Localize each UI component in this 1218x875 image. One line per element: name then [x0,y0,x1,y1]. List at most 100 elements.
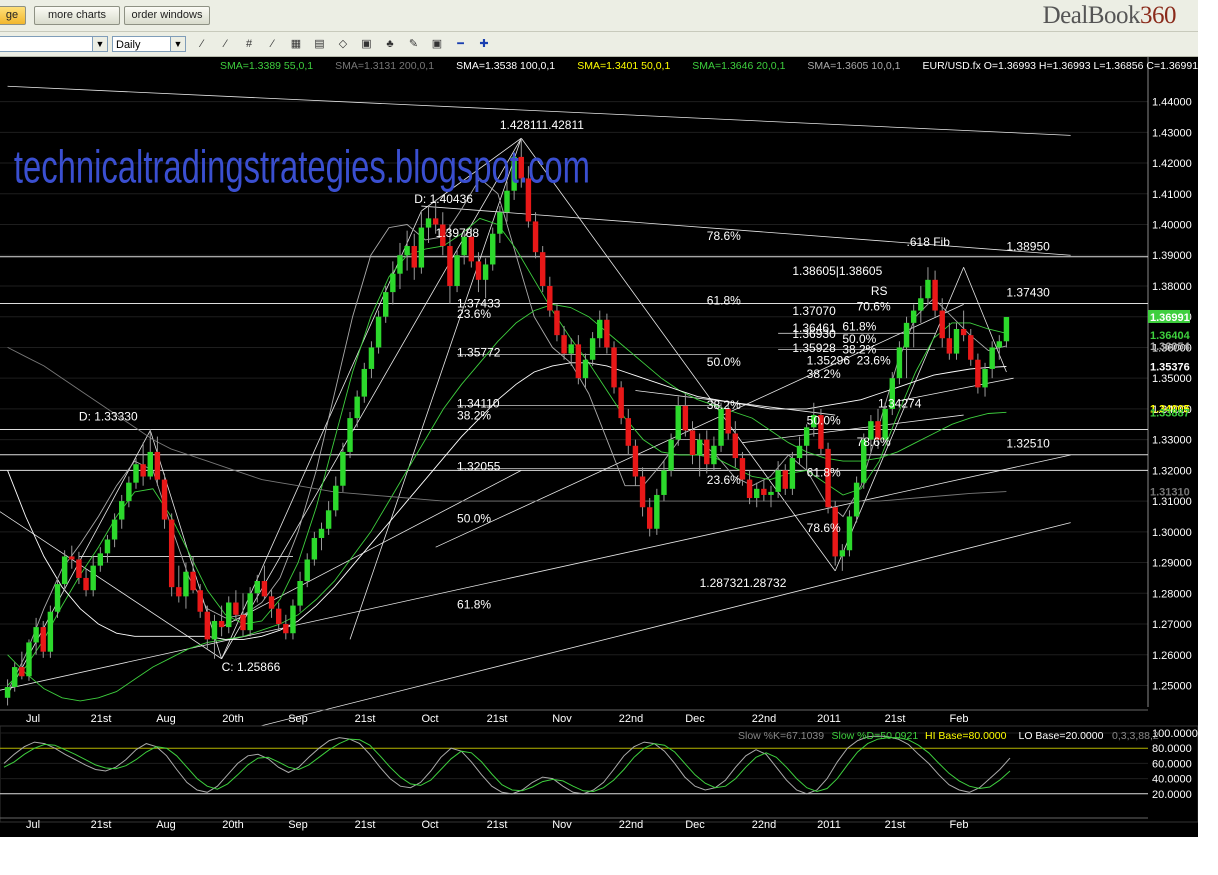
candle-body [568,344,574,354]
candle-body [283,624,289,634]
candle-body [261,581,268,597]
candle-body [83,577,89,591]
price-annotation: 1.32510 [1006,436,1050,450]
fib-tool-icon[interactable]: ⁄ [265,37,281,51]
stoch-readout: HI Base=80.0000 [925,730,1007,742]
candle-body [133,464,139,483]
candle-body [675,405,681,440]
x-tick-label: 20th [222,713,243,725]
change-button[interactable]: ge [0,6,26,25]
candle-body [447,246,453,286]
stoch-x-tick-label: 21st [487,819,508,831]
indicator-readout: SMA=1.3401 50,0,1 [577,60,670,72]
price-annotation: 38.2% [842,343,876,357]
candle-body [639,476,646,508]
stoch-readout: LO Base=20.0000 [1019,730,1104,742]
candle-body [397,255,403,274]
candle-body [960,329,967,336]
stoch-x-tick-label: Jul [26,819,40,831]
price-label: 1.36991 [1150,312,1190,324]
candle-body [946,338,953,354]
crosshair-tool-icon[interactable]: # [241,37,257,51]
candle-body [504,190,510,213]
stoch-x-tick-label: Feb [950,819,969,831]
candle-body [689,430,696,455]
stoch-x-tick-label: 22nd [752,819,776,831]
candle-body [704,439,710,465]
candle-body [340,451,346,486]
candle-body [732,433,739,459]
candle-body [654,494,660,529]
candle-body [582,359,589,379]
candle-body [375,316,382,348]
candle-body [989,347,995,369]
color-icon[interactable]: ♣ [382,37,398,51]
x-tick-label: 2011 [817,713,841,725]
candle-body [625,418,632,446]
candle-body [432,218,439,225]
indicator-readout: SMA=1.3646 20,0,1 [692,60,785,72]
candle-body [561,335,567,354]
price-annotation: 23.6% [707,473,741,487]
candle-body [725,408,731,434]
candle-body [910,310,917,323]
candle-body [247,593,253,631]
x-tick-label: 22nd [619,713,643,725]
candle-body [47,611,54,652]
stoch-x-tick-label: Nov [552,819,572,831]
candle-body [69,556,75,560]
stoch-x-tick-label: Dec [685,819,705,831]
candle-body [846,516,853,551]
candle-body [490,233,496,265]
candle-body [803,427,810,446]
stoch-x-tick-label: 21st [885,819,906,831]
indicators-icon[interactable]: ▦ [288,37,304,51]
x-tick-label: Sep [288,713,308,725]
candle-body [418,227,425,268]
chart-area[interactable]: 1.25000 1.26000 1.27000 1.28000 1.29000 1.300… [0,57,1199,837]
candle-body [682,405,689,431]
y-tick-label: 1.40000 [1152,220,1192,232]
x-tick-label: 21st [885,713,906,725]
candle-body [661,470,667,495]
price-annotation: 1.38605|1.38605 [792,264,882,278]
price-annotation: D: 1.40436 [414,192,473,206]
candle-body [19,667,25,677]
symbol-select[interactable]: ▼ [0,36,108,52]
y-tick-label: 1.29000 [1152,558,1192,570]
candle-body [782,470,788,489]
price-annotation: 61.8% [707,293,741,307]
candle-body [554,310,560,336]
price-annotation: 38.2% [707,398,741,412]
chevron-down-icon[interactable]: ▼ [92,37,107,51]
indicator-readout: SMA=1.3389 55,0,1 [220,60,313,72]
price-annotation: 23.6% [457,307,491,321]
zoom-in-icon[interactable]: ✚ [476,37,492,51]
price-annotation: 38.2% [807,367,841,381]
print-icon[interactable]: ▣ [359,37,375,51]
candle-body [161,479,168,520]
stoch-y-label: 80.0000 [1152,743,1192,755]
timeframe-select[interactable]: Daily ▼ [112,36,186,52]
chevron-down-icon[interactable]: ▼ [170,37,185,51]
settings-icon[interactable]: ✎ [406,37,422,51]
candle-body [711,445,717,465]
price-annotation: 78.6% [707,229,741,243]
more-charts-button[interactable]: more charts [34,6,120,25]
erase-icon[interactable]: ◇ [335,37,351,51]
y-tick-label: 1.35000 [1152,373,1192,385]
template-icon[interactable]: ▤ [312,37,328,51]
price-chart-svg[interactable]: 1.25000 1.26000 1.27000 1.28000 1.29000 1.300… [0,57,1199,837]
order-windows-button[interactable]: order windows [124,6,210,25]
x-tick-label: Jul [26,713,40,725]
vline-tool-icon[interactable]: ⁄ [218,37,234,51]
candle-body [411,246,417,268]
x-tick-label: 22nd [752,713,776,725]
screenshot-icon[interactable]: ▣ [429,37,445,51]
zoom-out-icon[interactable]: ━ [453,37,469,51]
price-annotation: 78.6% [807,521,841,535]
hline-tool-icon[interactable]: ⁄ [194,37,210,51]
dealbook-logo: DealBook360 [1042,2,1177,29]
stoch-x-tick-label: 2011 [817,819,841,831]
candle-body [4,687,11,698]
